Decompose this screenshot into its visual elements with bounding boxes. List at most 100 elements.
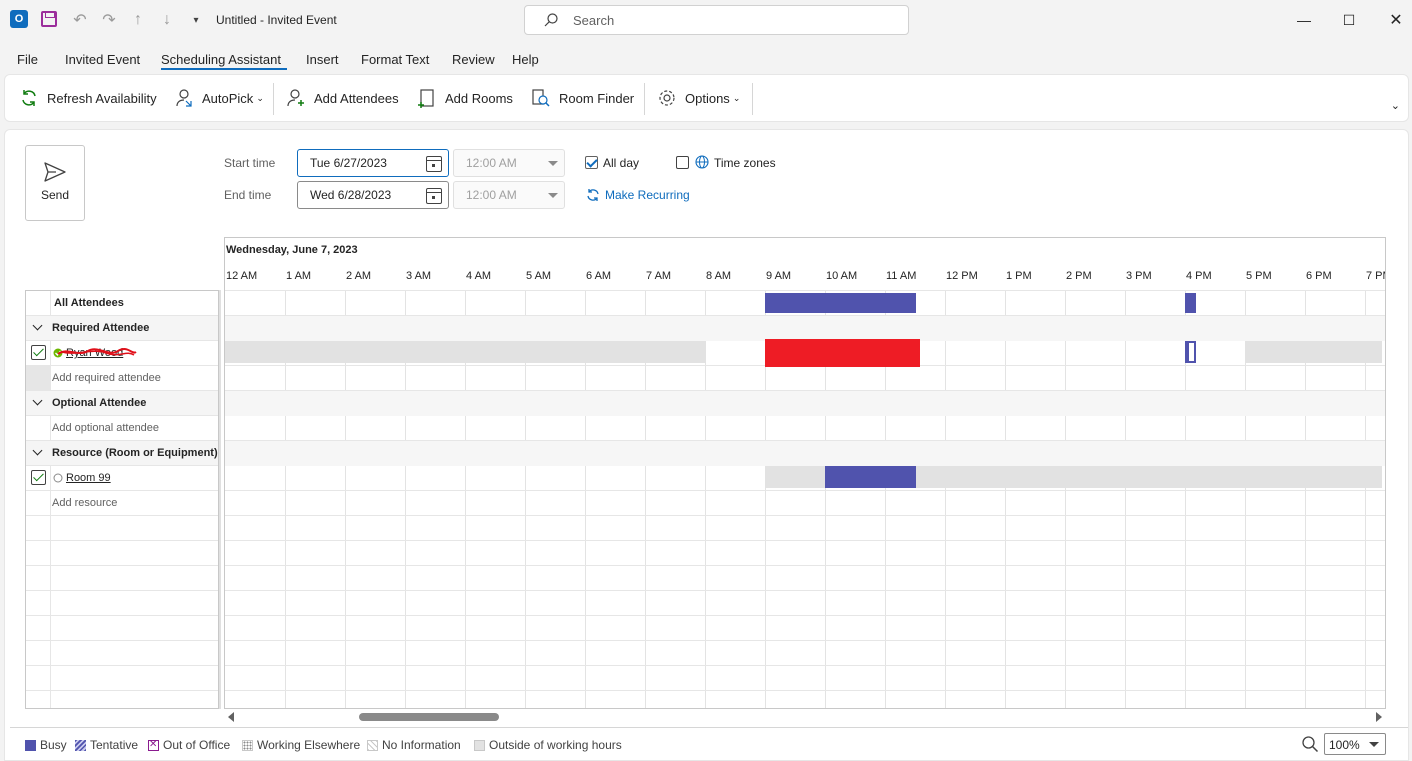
refresh-availability-button[interactable]: Refresh Availability [19, 88, 157, 108]
zoom-select[interactable]: 100% [1324, 733, 1386, 755]
hour-label: 11 AM [886, 270, 917, 282]
legend-tentative-label: Tentative [90, 738, 139, 752]
chevron-down-icon[interactable] [32, 395, 43, 406]
menu-scheduling-assistant[interactable]: Scheduling Assistant [161, 52, 281, 67]
optional-group-band [225, 391, 1385, 416]
add-rooms-button[interactable]: Add Rooms [417, 88, 513, 108]
legend-noinfo: No Information [367, 738, 461, 752]
add-optional-row[interactable]: Add optional attendee [26, 416, 219, 441]
send-button[interactable]: Send [25, 145, 85, 221]
hour-label: 8 AM [706, 270, 732, 282]
schedule-grid[interactable]: Wednesday, June 7, 2023 12 AM 1 AM 2 AM 3 A… [224, 237, 1386, 709]
attendee-row[interactable]: Ryan Wood [26, 341, 219, 366]
menu-file[interactable]: File [17, 52, 38, 67]
resource-checkbox[interactable] [31, 470, 46, 485]
hour-gridline [945, 290, 946, 708]
scroll-left-icon[interactable] [228, 712, 234, 722]
optional-group-label: Optional Attendee [52, 397, 147, 409]
attendee-checkbox[interactable] [31, 345, 46, 360]
all-attendees-label: All Attendees [54, 297, 124, 309]
menu-help[interactable]: Help [512, 52, 539, 67]
optional-group-row[interactable]: Optional Attendee [26, 391, 219, 416]
end-date-field[interactable]: Wed 6/28/2023 [297, 181, 449, 209]
start-date-field[interactable]: Tue 6/27/2023 [297, 149, 449, 177]
save-icon[interactable] [41, 11, 57, 27]
add-resource-input[interactable]: Add resource [52, 497, 117, 509]
add-required-row[interactable]: Add required attendee [26, 366, 219, 391]
empty-row [26, 616, 219, 641]
hour-label: 7 AM [646, 270, 672, 282]
all-day-checkbox[interactable] [585, 156, 598, 169]
row-gridline [225, 690, 1385, 691]
required-group-label: Required Attendee [52, 322, 150, 334]
hour-label: 3 PM [1126, 270, 1152, 282]
add-required-input[interactable]: Add required attendee [52, 372, 161, 384]
row-gridline [225, 640, 1385, 641]
zoom-icon[interactable] [1301, 735, 1319, 753]
maximize-icon[interactable]: ☐ [1339, 10, 1359, 30]
legend-noinfo-label: No Information [382, 738, 461, 752]
add-attendees-button[interactable]: Add Attendees [286, 88, 399, 108]
scroll-right-icon[interactable] [1376, 712, 1382, 722]
room-finder-button[interactable]: Room Finder [531, 88, 634, 108]
scroll-thumb[interactable] [359, 713, 499, 721]
all-day-label: All day [603, 156, 640, 170]
room-finder-label: Room Finder [559, 90, 635, 106]
time-zones-checkbox[interactable] [676, 156, 689, 169]
ribbon-divider [752, 83, 753, 115]
resource-group-band [225, 441, 1385, 466]
menu-insert[interactable]: Insert [306, 52, 339, 67]
busy-swatch [25, 739, 36, 751]
redo-icon[interactable]: ↷ [99, 10, 119, 30]
chevron-down-icon: ⌄ [732, 92, 741, 103]
hour-gridline [1065, 290, 1066, 708]
all-busy-block-small [1185, 293, 1196, 313]
unknown-status-icon [53, 473, 63, 483]
row-gridline [225, 565, 1385, 566]
autopick-button[interactable]: AutoPick ⌄ [174, 88, 264, 108]
hour-label: 12 AM [226, 270, 258, 282]
autopick-icon [176, 89, 192, 107]
hour-label: 10 AM [826, 270, 858, 282]
chevron-down-icon[interactable] [32, 320, 43, 331]
up-arrow-icon[interactable]: ↑ [128, 10, 148, 30]
required-group-row[interactable]: Required Attendee [26, 316, 219, 341]
calendar-icon[interactable] [426, 188, 442, 204]
panel-splitter[interactable] [218, 290, 221, 709]
horizontal-scrollbar[interactable] [224, 709, 1386, 725]
active-tab-indicator [161, 68, 287, 70]
hour-label: 1 AM [286, 270, 312, 282]
required-group-band [225, 316, 1385, 341]
minimize-icon[interactable]: — [1294, 10, 1314, 30]
close-icon[interactable]: ✕ [1386, 10, 1406, 30]
empty-row [26, 641, 219, 666]
calendar-icon[interactable] [426, 156, 442, 172]
row-gridline [225, 290, 1385, 291]
menu-format-text[interactable]: Format Text [361, 52, 429, 67]
noinfo-swatch [367, 739, 378, 751]
menu-invited-event[interactable]: Invited Event [65, 52, 140, 67]
options-button[interactable]: Options ⌄ [657, 88, 740, 108]
make-recurring-link[interactable]: Make Recurring [605, 188, 690, 202]
hour-label: 4 PM [1186, 270, 1212, 282]
start-time-dropdown: 12:00 AM [453, 149, 565, 177]
down-arrow-icon[interactable]: ↓ [157, 10, 177, 30]
chevron-down-icon[interactable] [32, 445, 43, 456]
room-name[interactable]: Room 99 [66, 472, 111, 484]
resource-group-row[interactable]: Resource (Room or Equipment) [26, 441, 219, 466]
add-resource-row[interactable]: Add resource [26, 491, 219, 516]
legend-outside: Outside of working hours [474, 738, 622, 752]
hour-label: 2 PM [1066, 270, 1092, 282]
resource-row[interactable]: Room 99 [26, 466, 219, 491]
legend-tentative: Tentative [75, 738, 138, 752]
refresh-icon [22, 90, 36, 106]
legend-elsewhere: Working Elsewhere [242, 738, 360, 752]
undo-icon[interactable]: ↶ [70, 10, 90, 30]
customize-qat-icon[interactable]: ▾ [186, 10, 206, 30]
menu-review[interactable]: Review [452, 52, 495, 67]
hour-label: 5 AM [526, 270, 552, 282]
search-input[interactable]: Search [524, 5, 909, 35]
add-optional-input[interactable]: Add optional attendee [52, 422, 159, 434]
ribbon-collapse-icon[interactable]: ⌄ [1391, 99, 1400, 112]
hour-label: 7 PM [1366, 270, 1385, 282]
